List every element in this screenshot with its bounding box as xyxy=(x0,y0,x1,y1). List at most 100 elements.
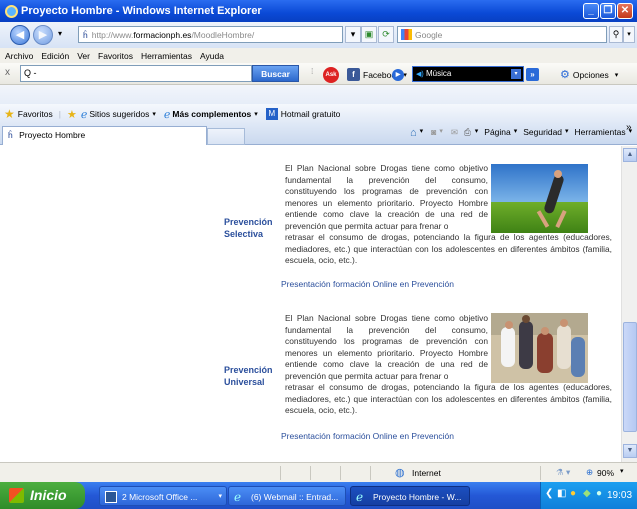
back-button[interactable]: ◀ xyxy=(10,25,30,45)
globe-icon: ◍ xyxy=(395,467,405,479)
musica-selector[interactable]: ◀) Música ▾ xyxy=(412,66,524,82)
play-icon[interactable]: ▶ xyxy=(392,68,404,81)
media-controls[interactable]: ▶ xyxy=(392,67,405,82)
hotmail-link[interactable]: Hotmail gratuito xyxy=(281,109,341,119)
page-content: Prevención Selectiva El Plan Nacional so… xyxy=(0,146,621,462)
divider: | xyxy=(58,109,61,119)
address-row: ◀ ▶ ▾ ĥ http://www. formacionph.es/Moodle… xyxy=(0,22,637,48)
ask-button[interactable]: Ask xyxy=(323,66,342,83)
tray-app-icon[interactable]: ● xyxy=(570,488,576,499)
menu-archivo[interactable]: Archivo xyxy=(5,51,33,61)
section-title-line1: Prevención xyxy=(224,217,273,227)
ie-task-icon: ℯ xyxy=(234,490,242,504)
home-dropdown-icon[interactable]: ▾ xyxy=(420,127,424,139)
seguridad-dropdown-icon: ▾ xyxy=(565,128,569,135)
menu-favoritos[interactable]: Favoritos xyxy=(98,51,133,61)
chevron-more-icon[interactable]: » xyxy=(626,122,632,133)
section-text-part: retrasar el consumo de drogas, potencian… xyxy=(285,232,612,266)
address-dropdown-button[interactable]: ▾ xyxy=(345,26,361,43)
favoritos-button[interactable]: Favoritos xyxy=(18,109,53,119)
more-toolbar-button[interactable]: » xyxy=(526,67,542,82)
status-divider xyxy=(310,466,311,480)
addons-icon: ℯ xyxy=(163,108,171,121)
zoom-icon[interactable]: ⊕ xyxy=(586,467,593,478)
add-favorite-icon[interactable]: ★ xyxy=(67,108,77,121)
section-text-selectiva-b: retrasar el consumo de drogas, potencian… xyxy=(285,232,612,267)
menu-ayuda[interactable]: Ayuda xyxy=(200,51,224,61)
vertical-scrollbar[interactable]: ▲ ▼ xyxy=(621,146,637,462)
tab-page-icon: ĥ xyxy=(8,130,13,140)
print-dropdown-icon[interactable]: ▾ xyxy=(475,127,479,139)
toolbar-close-icon[interactable]: x xyxy=(5,67,10,78)
office-icon xyxy=(105,491,117,503)
url-prefix: http://www. xyxy=(91,29,134,40)
section-title-universal: Prevención Universal xyxy=(224,364,273,388)
section-title-selectiva: Prevención Selectiva xyxy=(224,216,273,240)
favorites-bar: ★ Favoritos | ★ ℯ Sitios sugeridos ▾ ℯ M… xyxy=(0,104,637,124)
search-input[interactable]: Google xyxy=(397,26,607,43)
feeds-dropdown-icon[interactable]: ▾ xyxy=(439,127,443,139)
mail-icon[interactable]: ✉ xyxy=(451,127,458,139)
buscar-button[interactable]: Buscar xyxy=(252,65,299,82)
toolbar-spacer xyxy=(0,85,637,104)
section-text-part: El Plan Nacional sobre Drogas tiene como… xyxy=(285,163,488,231)
menu-ver[interactable]: Ver xyxy=(77,51,90,61)
status-divider xyxy=(340,466,341,480)
complementos-link[interactable]: Más complementos xyxy=(172,109,251,119)
compat-view-icon[interactable]: ▣ xyxy=(361,26,377,43)
feeds-icon[interactable]: ◙ xyxy=(431,127,436,139)
seguridad-menu[interactable]: Seguridad xyxy=(523,127,562,139)
scroll-down-arrow-icon[interactable]: ▼ xyxy=(623,444,637,458)
task-label: 2 Microsoft Office ... xyxy=(122,492,198,502)
taskbar: Inicio 2 Microsoft Office ... ▾ ℯ (6) We… xyxy=(0,482,637,509)
search-button[interactable]: ⚲ xyxy=(609,26,623,43)
menu-herramientas[interactable]: Herramientas xyxy=(141,51,192,61)
chevron-right-icon: » xyxy=(526,68,539,81)
scroll-up-arrow-icon[interactable]: ▲ xyxy=(623,148,637,162)
minimize-button[interactable]: _ xyxy=(583,3,599,19)
herramientas-menu[interactable]: Herramientas xyxy=(575,127,626,139)
history-dropdown-icon[interactable]: ▾ xyxy=(58,29,62,38)
refresh-icon[interactable]: ⟳ xyxy=(378,26,394,43)
home-icon[interactable]: ⌂ xyxy=(410,127,417,139)
taskbar-item-proyecto-hombre[interactable]: ℯ Proyecto Hombre - W... xyxy=(350,486,470,506)
clock[interactable]: 19:03 xyxy=(607,490,632,501)
pagina-menu[interactable]: Página xyxy=(484,127,510,139)
protected-mode-icon[interactable]: ⚗ ▾ xyxy=(556,467,570,478)
close-button[interactable]: ✕ xyxy=(617,3,633,19)
image-girl-running xyxy=(491,164,588,233)
start-button[interactable]: Inicio xyxy=(0,482,85,509)
facebook-icon: f xyxy=(347,68,360,81)
taskbar-item-webmail[interactable]: ℯ (6) Webmail :: Entrad... xyxy=(228,486,346,506)
zoom-dropdown-icon[interactable]: ▾ xyxy=(620,467,624,475)
print-icon[interactable]: ⎙ xyxy=(464,127,471,139)
forward-button[interactable]: ▶ xyxy=(33,25,53,45)
presentacion-link-selectiva[interactable]: Presentación formación Online en Prevenc… xyxy=(281,279,454,289)
tab-title: Proyecto Hombre xyxy=(19,130,86,140)
toolbar-search-input[interactable]: Q - xyxy=(20,65,252,82)
scroll-thumb[interactable] xyxy=(623,322,637,432)
presentacion-link-universal[interactable]: Presentación formación Online en Prevenc… xyxy=(281,431,454,441)
ie-task-icon: ℯ xyxy=(356,490,364,504)
google-icon xyxy=(401,29,412,40)
ie-logo-icon xyxy=(5,4,18,18)
tray-app-icon[interactable]: ● xyxy=(596,488,602,499)
address-input[interactable]: ĥ http://www. formacionph.es/MoodleHombre… xyxy=(78,26,343,43)
section-title-line2: Selectiva xyxy=(224,229,264,239)
sitios-sugeridos-link[interactable]: Sitios sugeridos xyxy=(89,109,149,119)
search-options-icon[interactable]: ▾ xyxy=(623,26,635,43)
taskbar-item-office[interactable]: 2 Microsoft Office ... ▾ xyxy=(99,486,227,506)
tab-proyecto-hombre[interactable]: ĥ Proyecto Hombre xyxy=(2,126,207,145)
menu-edicion[interactable]: Edición xyxy=(41,51,69,61)
tray-app-icon[interactable]: ◆ xyxy=(583,488,591,499)
zoom-level[interactable]: 90% xyxy=(597,468,614,478)
start-label: Inicio xyxy=(30,487,67,503)
maximize-button[interactable]: ❐ xyxy=(600,3,616,19)
new-tab-button[interactable] xyxy=(207,128,245,145)
task-label: Proyecto Hombre - W... xyxy=(373,492,462,502)
tray-collapse-icon[interactable]: ❮ xyxy=(545,488,553,499)
network-icon[interactable]: ◧ xyxy=(557,488,566,499)
opciones-button[interactable]: ⚙ Opciones ▾ xyxy=(560,67,618,82)
status-divider xyxy=(280,466,281,480)
status-bar: ◍ Internet ⚗ ▾ ⊕ 90% ▾ xyxy=(0,462,637,482)
